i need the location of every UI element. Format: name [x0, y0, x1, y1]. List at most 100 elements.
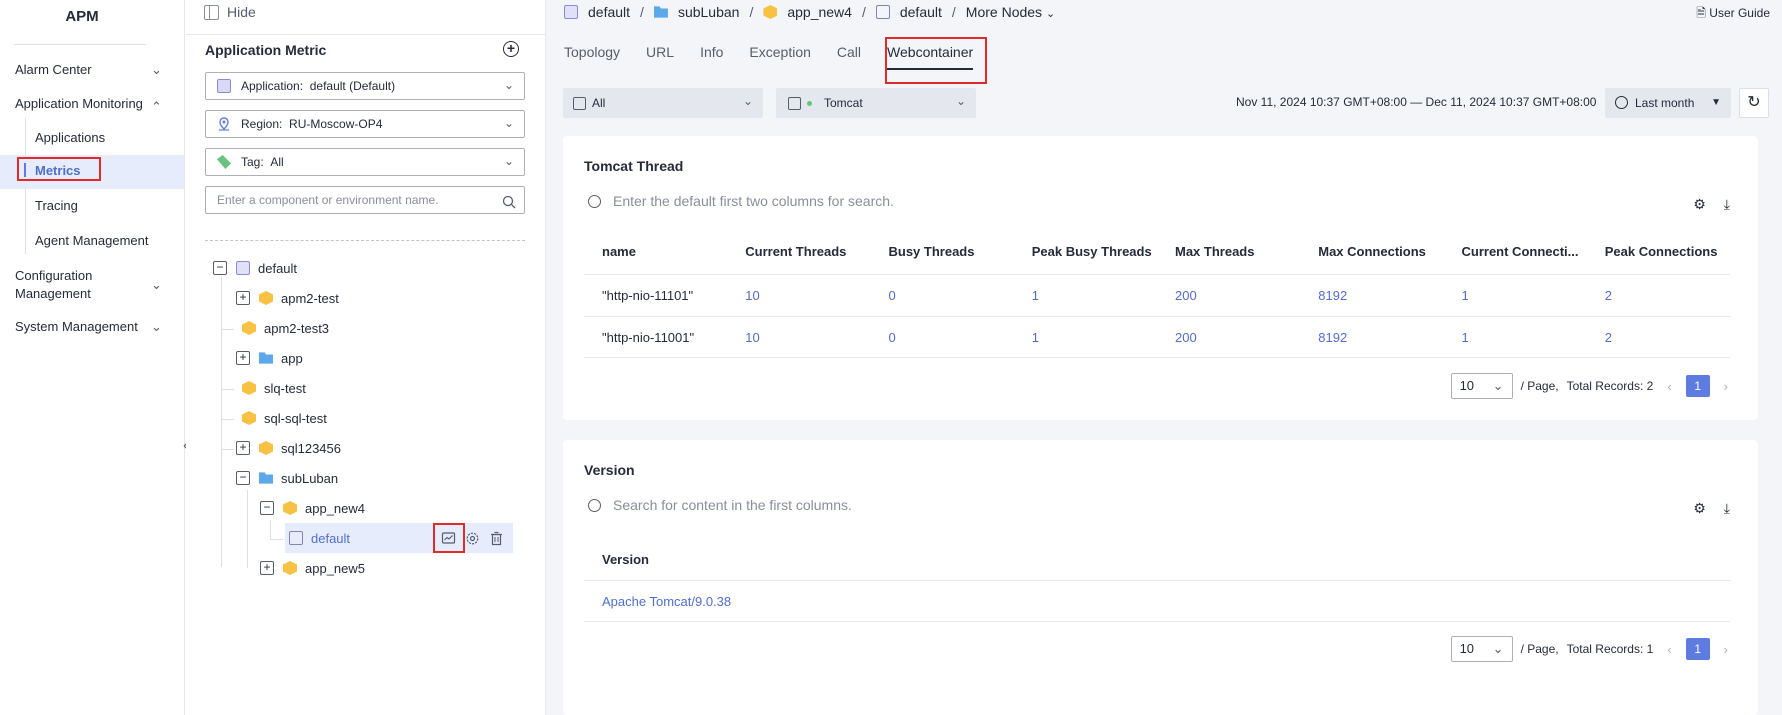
- page-size-select[interactable]: 10 ⌄: [1450, 373, 1513, 399]
- table-cell-link[interactable]: 2: [1587, 288, 1730, 303]
- table-cell-link[interactable]: 1: [1014, 330, 1157, 345]
- download-icon[interactable]: ⤓: [1724, 500, 1730, 517]
- expand-node-icon[interactable]: +: [236, 291, 250, 305]
- page-number-current[interactable]: 1: [1685, 375, 1710, 397]
- tree-node-label: sql123456: [281, 440, 341, 456]
- chevron-down-icon: ⌄: [955, 94, 966, 108]
- version-value-link[interactable]: Apache Tomcat/9.0.38: [584, 594, 984, 609]
- gear-icon[interactable]: ⚙: [1693, 500, 1706, 517]
- period-select[interactable]: Last month ▼: [1605, 88, 1731, 118]
- breadcrumb-item[interactable]: subLuban: [678, 4, 740, 20]
- page-size-select[interactable]: 10 ⌄: [1450, 636, 1513, 662]
- expand-node-icon[interactable]: +: [236, 441, 250, 455]
- component-icon: [242, 411, 256, 425]
- chevron-up-icon: ⌃: [151, 99, 162, 114]
- prev-page-icon[interactable]: ‹: [1661, 379, 1677, 394]
- refresh-button[interactable]: ↻: [1739, 88, 1769, 118]
- table-cell-link[interactable]: 0: [871, 330, 1014, 345]
- scope-select[interactable]: All ⌄: [563, 88, 763, 118]
- table-cell-link[interactable]: 200: [1157, 330, 1300, 345]
- application-icon: [217, 79, 231, 93]
- application-select[interactable]: Application: default (Default) ⌄: [205, 72, 525, 100]
- table-cell-link[interactable]: 1: [1014, 288, 1157, 303]
- region-select[interactable]: Region: RU-Moscow-OP4 ⌄: [205, 110, 525, 138]
- more-nodes-dropdown[interactable]: More Nodes ⌄: [966, 4, 1055, 20]
- page-number-current[interactable]: 1: [1685, 638, 1710, 660]
- table-cell-link[interactable]: 1: [1444, 288, 1587, 303]
- monitor-icon[interactable]: [441, 531, 456, 546]
- tree-node-apm2-test[interactable]: + apm2-test: [236, 287, 339, 309]
- tab-url[interactable]: URL: [646, 44, 674, 70]
- next-page-icon[interactable]: ›: [1718, 642, 1734, 657]
- tab-call[interactable]: Call: [837, 44, 861, 70]
- tree-connector: [271, 539, 283, 540]
- table-cell-link[interactable]: 0: [871, 288, 1014, 303]
- next-page-icon[interactable]: ›: [1718, 379, 1734, 394]
- tree-node-sql123456[interactable]: + sql123456: [236, 437, 341, 459]
- tree-node-label: app_new5: [305, 560, 365, 576]
- gear-icon[interactable]: [465, 531, 480, 546]
- collapse-node-icon[interactable]: −: [236, 471, 250, 485]
- tree-node-sql-sql-test[interactable]: sql-sql-test: [242, 407, 327, 429]
- user-guide-link[interactable]: 🗎 User Guide: [1696, 4, 1770, 25]
- table-cell-link[interactable]: 10: [727, 288, 870, 303]
- nav-item-metrics[interactable]: Metrics: [35, 163, 81, 178]
- table-cell-link[interactable]: 8192: [1300, 330, 1443, 345]
- table-cell-link[interactable]: 10: [727, 330, 870, 345]
- nav-group-system-management[interactable]: System Management ⌄: [15, 318, 165, 336]
- nav-group-alarm-center[interactable]: Alarm Center ⌄: [15, 61, 165, 79]
- tab-exception[interactable]: Exception: [749, 44, 810, 70]
- prev-page-icon[interactable]: ‹: [1661, 642, 1677, 657]
- filter-icon: [573, 96, 586, 110]
- tree-connector: [247, 490, 248, 568]
- tag-select[interactable]: Tag: All ⌄: [205, 148, 525, 176]
- nav-item-agent-management[interactable]: Agent Management: [35, 233, 148, 248]
- breadcrumb-item[interactable]: app_new4: [787, 4, 852, 20]
- tree-node-app-new4[interactable]: − app_new4: [260, 497, 365, 519]
- breadcrumb-item[interactable]: default: [900, 4, 942, 20]
- tree-node-slq-test[interactable]: slq-test: [242, 377, 306, 399]
- collapse-node-icon[interactable]: −: [213, 261, 227, 275]
- version-search-input[interactable]: Search for content in the first columns.: [588, 497, 852, 513]
- nav-item-applications[interactable]: Applications: [35, 130, 105, 145]
- tab-info[interactable]: Info: [700, 44, 723, 70]
- component-search-input[interactable]: Enter a component or environment name.: [205, 186, 525, 214]
- container-icon: [788, 96, 801, 110]
- download-icon[interactable]: ⤓: [1724, 196, 1730, 213]
- table-cell-link[interactable]: 2: [1587, 330, 1730, 345]
- tree-divider: [205, 240, 525, 241]
- nav-item-tracing[interactable]: Tracing: [35, 198, 78, 213]
- hide-button[interactable]: Hide: [204, 4, 256, 20]
- table-cell-link[interactable]: 200: [1157, 288, 1300, 303]
- chevron-down-icon: ⌄: [1492, 378, 1504, 393]
- collapse-node-icon[interactable]: −: [260, 501, 274, 515]
- tree-node-app[interactable]: + app: [236, 347, 303, 369]
- trash-icon[interactable]: [489, 531, 504, 546]
- search-icon[interactable]: [502, 192, 516, 209]
- container-select[interactable]: Tomcat ⌄: [776, 88, 976, 118]
- tab-topology[interactable]: Topology: [564, 44, 620, 70]
- tree-node-app-new5[interactable]: + app_new5: [260, 557, 365, 579]
- expand-node-icon[interactable]: +: [260, 561, 274, 575]
- nav-group-configuration-management[interactable]: Configuration Management ⌄: [15, 267, 165, 303]
- tree-node-subluban[interactable]: − subLuban: [236, 467, 338, 489]
- column-header: Peak Busy Threads: [1031, 244, 1152, 259]
- table-cell-link[interactable]: 1: [1444, 330, 1587, 345]
- gear-icon[interactable]: ⚙: [1693, 196, 1706, 213]
- tree-node-apm2-test3[interactable]: apm2-test3: [242, 317, 329, 339]
- tree-node-default-environment[interactable]: default: [289, 527, 350, 549]
- breadcrumb-item[interactable]: default: [588, 4, 630, 20]
- add-icon[interactable]: +: [503, 41, 519, 57]
- tree-connector: [222, 419, 234, 420]
- chevron-down-icon: ⌄: [503, 78, 514, 92]
- thread-search-input[interactable]: Enter the default first two columns for …: [588, 193, 894, 209]
- caret-down-icon: ▼: [1711, 97, 1721, 108]
- expand-node-icon[interactable]: +: [236, 351, 250, 365]
- component-icon: [763, 5, 778, 19]
- folder-icon: [653, 6, 668, 18]
- left-navigation: APM Alarm Center ⌄ Application Monitorin…: [0, 0, 185, 715]
- tag-label: Tag:: [241, 155, 264, 169]
- nav-group-application-monitoring[interactable]: Application Monitoring ⌃: [15, 95, 165, 114]
- tree-node-default[interactable]: − default: [213, 257, 297, 279]
- table-cell-link[interactable]: 8192: [1300, 288, 1443, 303]
